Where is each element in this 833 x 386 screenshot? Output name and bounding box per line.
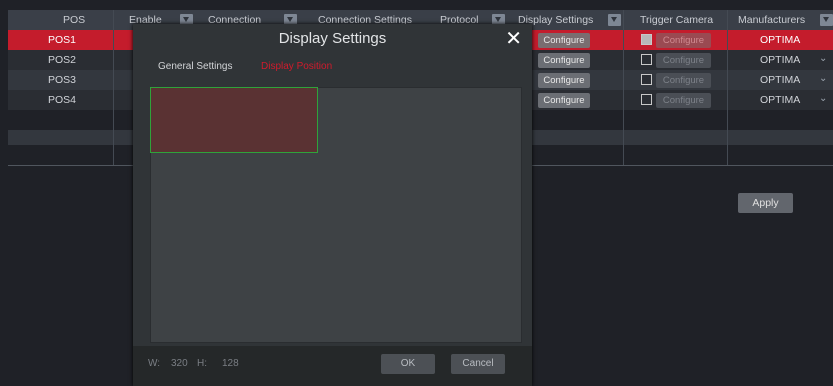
- header-manufacturers: Manufacturers: [738, 14, 806, 26]
- row-pos: POS1: [48, 34, 77, 46]
- chevron-down-icon[interactable]: ⌄: [819, 93, 827, 104]
- column-divider: [727, 10, 728, 165]
- row-manufacturer: OPTIMA: [760, 74, 801, 86]
- height-value: 128: [222, 358, 239, 369]
- trigger-checkbox[interactable]: [641, 94, 652, 105]
- trigger-checkbox[interactable]: [641, 54, 652, 65]
- row-manufacturer: OPTIMA: [760, 94, 801, 106]
- tab-display-position[interactable]: Display Position: [261, 61, 332, 72]
- trigger-configure-button[interactable]: Configure: [656, 93, 711, 108]
- column-divider: [113, 10, 114, 165]
- display-configure-button[interactable]: Configure: [538, 33, 590, 48]
- display-configure-button[interactable]: Configure: [538, 93, 590, 108]
- close-icon[interactable]: ✕: [505, 27, 522, 51]
- ok-button[interactable]: OK: [381, 354, 435, 374]
- row-pos: POS4: [48, 94, 77, 106]
- apply-button[interactable]: Apply: [738, 193, 793, 213]
- row-manufacturer: OPTIMA: [760, 34, 801, 46]
- row-manufacturer: OPTIMA: [760, 54, 801, 66]
- trigger-configure-button[interactable]: Configure: [656, 33, 711, 48]
- column-divider: [623, 10, 624, 165]
- cancel-button[interactable]: Cancel: [451, 354, 505, 374]
- width-label: W:: [148, 358, 161, 369]
- width-value: 320: [171, 358, 188, 369]
- tab-general-settings[interactable]: General Settings: [158, 61, 233, 72]
- chevron-down-icon[interactable]: ⌄: [819, 53, 827, 64]
- display-settings-dialog: Display Settings ✕ General Settings Disp…: [133, 24, 532, 386]
- dialog-title: Display Settings: [278, 30, 387, 47]
- chevron-down-icon[interactable]: ⌄: [819, 73, 827, 84]
- row-pos: POS2: [48, 54, 77, 66]
- dialog-footer: W: 320 H: 128 OK Cancel: [133, 346, 532, 386]
- trigger-checkbox[interactable]: [641, 34, 652, 45]
- header-pos: POS: [63, 14, 86, 26]
- display-configure-button[interactable]: Configure: [538, 73, 590, 88]
- display-settings-dropdown-icon[interactable]: [608, 14, 621, 26]
- trigger-checkbox[interactable]: [641, 74, 652, 85]
- header-trigger-camera: Trigger Camera: [640, 14, 714, 26]
- trigger-configure-button[interactable]: Configure: [656, 73, 711, 88]
- pos-overlay-box[interactable]: [150, 87, 318, 153]
- trigger-configure-button[interactable]: Configure: [656, 53, 711, 68]
- height-label: H:: [197, 358, 207, 369]
- display-configure-button[interactable]: Configure: [538, 53, 590, 68]
- manufacturers-dropdown-icon[interactable]: [820, 14, 833, 26]
- row-pos: POS3: [48, 74, 77, 86]
